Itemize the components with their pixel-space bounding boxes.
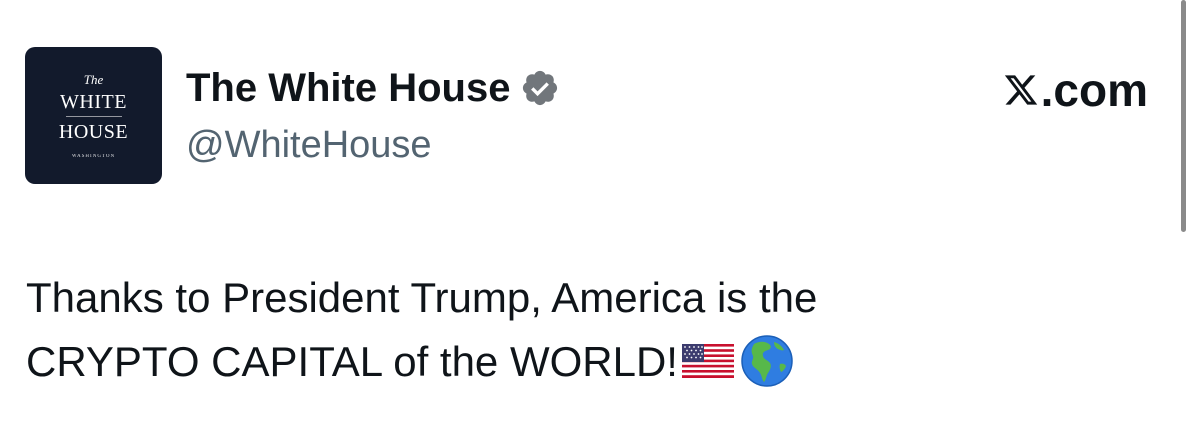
author-name-row[interactable]: The White House xyxy=(186,62,560,114)
avatar-white-text: WHITE xyxy=(60,90,127,113)
verified-badge-icon xyxy=(523,70,558,106)
author-display-name[interactable]: The White House xyxy=(186,62,510,114)
tweet-text-line-2-row: CRYPTO CAPITAL of the WORLD! xyxy=(26,330,1126,394)
avatar-washington-text: WASHINGTON xyxy=(71,153,116,159)
site-domain-text: .com xyxy=(1040,64,1148,116)
x-com-watermark: .com xyxy=(1003,62,1148,118)
tweet-text-line-1: Thanks to President Trump, America is th… xyxy=(26,274,818,321)
x-logo-icon xyxy=(1004,75,1037,105)
us-flag-emoji-icon xyxy=(681,343,734,378)
tweet-card: The WHITE HOUSE WASHINGTON The White Hou… xyxy=(0,0,1200,448)
author-handle[interactable]: @WhiteHouse xyxy=(186,120,432,170)
avatar-the-text: The xyxy=(83,71,104,87)
scrollbar[interactable] xyxy=(1181,0,1186,232)
avatar-house-text: HOUSE xyxy=(58,120,129,143)
globe-americas-emoji-icon xyxy=(741,335,793,387)
avatar[interactable]: The WHITE HOUSE WASHINGTON xyxy=(25,47,162,184)
avatar-divider xyxy=(65,115,122,117)
tweet-text: Thanks to President Trump, America is th… xyxy=(26,266,1126,394)
tweet-text-line-2: CRYPTO CAPITAL of the WORLD! xyxy=(26,338,678,385)
